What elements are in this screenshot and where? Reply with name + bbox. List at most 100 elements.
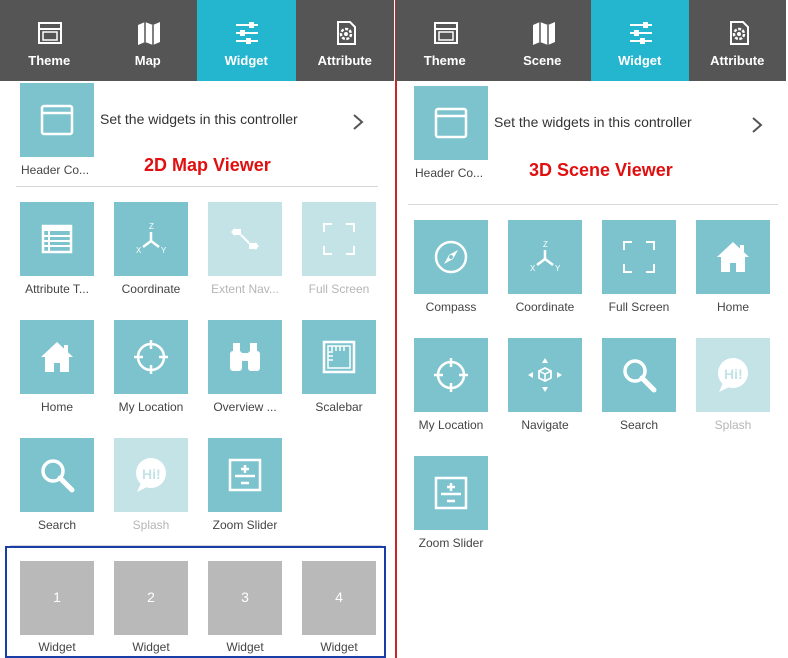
widget-zoom-slider[interactable]: Zoom Slider (198, 438, 292, 548)
widget-tile[interactable] (602, 338, 676, 412)
widget-icon (236, 22, 258, 44)
widget-zoom-slider[interactable]: Zoom Slider (404, 456, 498, 566)
widget-label: Attribute T... (25, 282, 89, 296)
widget-tile[interactable]: Hi! (114, 438, 188, 512)
tab-scene[interactable]: Scene (494, 0, 592, 81)
attribute-icon (336, 21, 356, 45)
widget-label: Splash (132, 518, 170, 532)
widget-label: Zoom Slider (418, 536, 484, 550)
widget-splash[interactable]: Hi! Splash (686, 338, 780, 448)
widget-full-screen[interactable]: Full Screen (292, 202, 386, 312)
tab-label: Map (134, 53, 161, 68)
widget-label: Splash (714, 418, 752, 432)
widget-tile[interactable] (208, 438, 282, 512)
placeholder-label: Widget (320, 640, 358, 654)
tab-widget[interactable]: Widget (197, 0, 296, 81)
theme-icon (38, 22, 62, 44)
widget-extent-navigate[interactable]: Extent Nav... (198, 202, 292, 312)
tab-label: Widget (224, 53, 268, 68)
header-controller-tile[interactable] (414, 86, 488, 160)
header-controller-text: Set the widgets in this controller (494, 114, 692, 130)
widget-label: Home (716, 300, 749, 314)
svg-text:X: X (136, 246, 142, 255)
svg-text:Z: Z (149, 222, 154, 231)
widget-tile[interactable] (302, 202, 376, 276)
chevron-right-icon[interactable] (749, 115, 765, 135)
placeholder-tile[interactable]: 4 (302, 561, 376, 635)
widget-tile[interactable] (208, 320, 282, 394)
svg-text:Y: Y (555, 264, 561, 273)
widget-label: Search (619, 418, 659, 432)
widget-my-location[interactable]: My Location (104, 320, 198, 430)
widget-label: Zoom Slider (212, 518, 278, 532)
placeholder-label: Widget (38, 640, 76, 654)
placeholder-number: 2 (147, 589, 155, 605)
placeholder-tile[interactable]: 2 (114, 561, 188, 635)
tab-bar: Theme Map Widget Attribute (0, 0, 394, 81)
widget-tile[interactable] (114, 320, 188, 394)
widget-search[interactable]: Search (10, 438, 104, 548)
widget-icon (630, 22, 652, 44)
widget-label: Scalebar (315, 400, 363, 414)
widget-tile[interactable] (508, 338, 582, 412)
divider (16, 186, 378, 187)
widget-tile[interactable] (602, 220, 676, 294)
header-controller-tile[interactable] (20, 83, 94, 157)
widget-placeholder[interactable]: 2 Widget (104, 561, 198, 654)
widget-splash[interactable]: Hi! Splash (104, 438, 198, 548)
widget-scalebar[interactable]: Scalebar (292, 320, 386, 430)
svg-text:Hi!: Hi! (142, 466, 161, 482)
widget-tile[interactable] (414, 220, 488, 294)
widget-binoculars[interactable]: Overview ... (198, 320, 292, 430)
tab-theme[interactable]: Theme (0, 0, 99, 81)
widget-full-screen[interactable]: Full Screen (592, 220, 686, 330)
tab-attribute[interactable]: Attribute (296, 0, 395, 81)
widget-tile[interactable] (414, 338, 488, 412)
panel-divider (395, 0, 397, 658)
widget-search[interactable]: Search (592, 338, 686, 448)
widget-home[interactable]: Home (10, 320, 104, 430)
chevron-right-icon[interactable] (350, 112, 366, 132)
tab-widget[interactable]: Widget (591, 0, 689, 81)
tab-label: Theme (28, 53, 71, 68)
widget-tile[interactable]: Z X Y (508, 220, 582, 294)
widget-tile[interactable]: Hi! (696, 338, 770, 412)
tab-label: Attribute (710, 53, 765, 68)
widget-label: Overview ... (213, 400, 277, 414)
widget-coordinate[interactable]: Z X Y Coordinate (104, 202, 198, 312)
widget-label: Full Screen (608, 300, 670, 314)
placeholder-tile[interactable]: 3 (208, 561, 282, 635)
map-icon (532, 22, 555, 45)
widget-tile[interactable] (20, 320, 94, 394)
widget-navigate[interactable]: Navigate (498, 338, 592, 448)
widget-placeholder[interactable]: 3 Widget (198, 561, 292, 654)
widget-attribute-table[interactable]: Attribute T... (10, 202, 104, 312)
tab-theme[interactable]: Theme (396, 0, 494, 81)
widget-tile[interactable] (20, 202, 94, 276)
widget-placeholder[interactable]: 4 Widget (292, 561, 386, 654)
widget-tile[interactable] (208, 202, 282, 276)
widget-label: Coordinate (515, 300, 575, 314)
svg-text:Hi!: Hi! (724, 366, 743, 382)
widget-tile[interactable]: Z X Y (114, 202, 188, 276)
tab-label: Attribute (317, 53, 372, 68)
tab-map[interactable]: Map (99, 0, 198, 81)
widget-tile[interactable] (20, 438, 94, 512)
widget-tile[interactable] (696, 220, 770, 294)
widget-coordinate[interactable]: Z X Y Coordinate (498, 220, 592, 330)
header-controller-icon (40, 104, 74, 136)
widget-label: Search (37, 518, 77, 532)
tab-attribute[interactable]: Attribute (689, 0, 787, 81)
tab-bar: Theme Scene Widget Attribute (396, 0, 786, 81)
widget-placeholder[interactable]: 1 Widget (10, 561, 104, 654)
scene-viewer-panel: Theme Scene Widget Attribute Header Co..… (396, 0, 788, 658)
header-controller-label: Header Co... (415, 166, 484, 180)
widget-label: Extent Nav... (211, 282, 279, 296)
widget-compass[interactable]: Compass (404, 220, 498, 330)
placeholder-tile[interactable]: 1 (20, 561, 94, 635)
widget-my-location[interactable]: My Location (404, 338, 498, 448)
widget-tile[interactable] (414, 456, 488, 530)
widget-tile[interactable] (302, 320, 376, 394)
widget-home[interactable]: Home (686, 220, 780, 330)
widget-label: Full Screen (308, 282, 370, 296)
